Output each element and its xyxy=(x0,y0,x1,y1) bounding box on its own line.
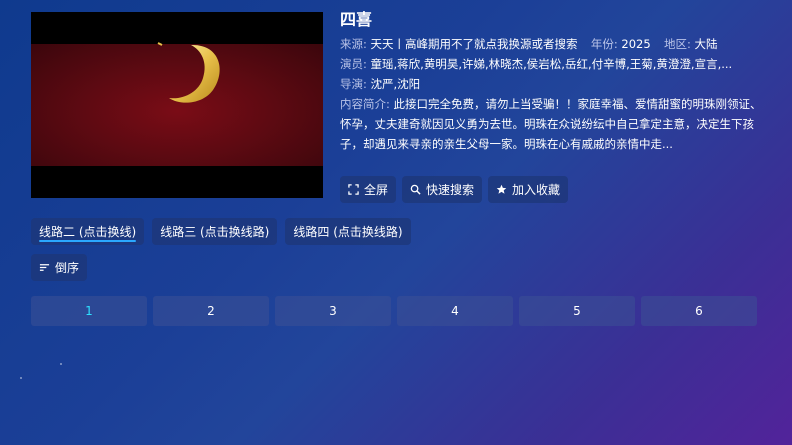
episode-button[interactable]: 1 xyxy=(31,296,147,326)
fullscreen-icon xyxy=(348,184,359,195)
sort-icon xyxy=(39,264,50,271)
synopsis-label: 内容简介: xyxy=(340,97,390,111)
source-value[interactable]: 天天丨高峰期用不了就点我换源或者搜索 xyxy=(371,37,578,51)
episode-button[interactable]: 2 xyxy=(153,296,269,326)
episode-button[interactable]: 3 xyxy=(275,296,391,326)
source-row: 来源: 天天丨高峰期用不了就点我换源或者搜索 年份: 2025 地区: 大陆 xyxy=(340,34,760,54)
video-player[interactable] xyxy=(31,12,323,198)
video-info-panel: 四喜 来源: 天天丨高峰期用不了就点我换源或者搜索 年份: 2025 地区: 大… xyxy=(340,10,770,154)
line-tab-label: 线路二 (点击换线) xyxy=(39,225,137,239)
action-bar: 全屏 快速搜索 加入收藏 xyxy=(340,176,569,203)
line-tab-label: 线路四 (点击换线路) xyxy=(293,225,403,239)
episode-button[interactable]: 6 xyxy=(641,296,757,326)
quick-search-button[interactable]: 快速搜索 xyxy=(402,176,483,203)
source-label: 来源: xyxy=(340,37,367,51)
background-speck xyxy=(20,377,22,379)
add-favorite-button[interactable]: 加入收藏 xyxy=(488,176,569,203)
sort-label: 倒序 xyxy=(55,261,80,275)
episode-button[interactable]: 5 xyxy=(519,296,635,326)
quick-search-label: 快速搜索 xyxy=(426,183,475,197)
year-label: 年份: xyxy=(590,37,618,51)
fullscreen-button[interactable]: 全屏 xyxy=(340,176,397,203)
region-value: 大陆 xyxy=(694,37,718,51)
synopsis-text: 此接口完全免费，请勿上当受骗！！家庭幸福、爱情甜蜜的明珠刚领证、怀孕，丈夫建奇就… xyxy=(340,97,762,151)
fullscreen-label: 全屏 xyxy=(364,183,389,197)
cast-row: 演员: 童瑶,蒋欣,黄明昊,许娣,林晓杰,侯岩松,岳红,付辛博,王菊,黄澄澄,宣… xyxy=(340,54,760,74)
director-label: 导演: xyxy=(340,77,367,91)
star-icon xyxy=(496,184,507,194)
episode-button[interactable]: 4 xyxy=(397,296,513,326)
cast-value: 童瑶,蒋欣,黄明昊,许娣,林晓杰,侯岩松,岳红,付辛博,王菊,黄澄澄,宣言,..… xyxy=(370,57,733,71)
gold-crescent-graphic xyxy=(157,42,220,103)
line-tab-3[interactable]: 线路三 (点击换线路) xyxy=(152,218,278,245)
cast-label: 演员: xyxy=(340,57,367,71)
episode-list: 1 2 3 4 5 6 xyxy=(31,296,757,326)
line-tab-2[interactable]: 线路二 (点击换线) xyxy=(31,218,145,245)
add-favorite-label: 加入收藏 xyxy=(512,183,561,197)
background-speck xyxy=(60,363,62,365)
search-icon xyxy=(410,184,421,195)
line-tabs: 线路二 (点击换线) 线路三 (点击换线路) 线路四 (点击换线路) xyxy=(31,218,411,245)
region-label: 地区: xyxy=(663,37,691,51)
video-title: 四喜 xyxy=(340,10,373,29)
active-line-indicator xyxy=(39,240,137,242)
synopsis: 内容简介: 此接口完全免费，请勿上当受骗！！家庭幸福、爱情甜蜜的明珠刚领证、怀孕… xyxy=(340,94,762,154)
line-tab-label: 线路三 (点击换线路) xyxy=(160,225,270,239)
year-value: 2025 xyxy=(621,37,651,51)
sort-order-button[interactable]: 倒序 xyxy=(31,254,88,281)
line-tab-4[interactable]: 线路四 (点击换线路) xyxy=(285,218,411,245)
director-value: 沈严,沈阳 xyxy=(370,77,421,91)
director-row: 导演: 沈严,沈阳 xyxy=(340,74,760,94)
